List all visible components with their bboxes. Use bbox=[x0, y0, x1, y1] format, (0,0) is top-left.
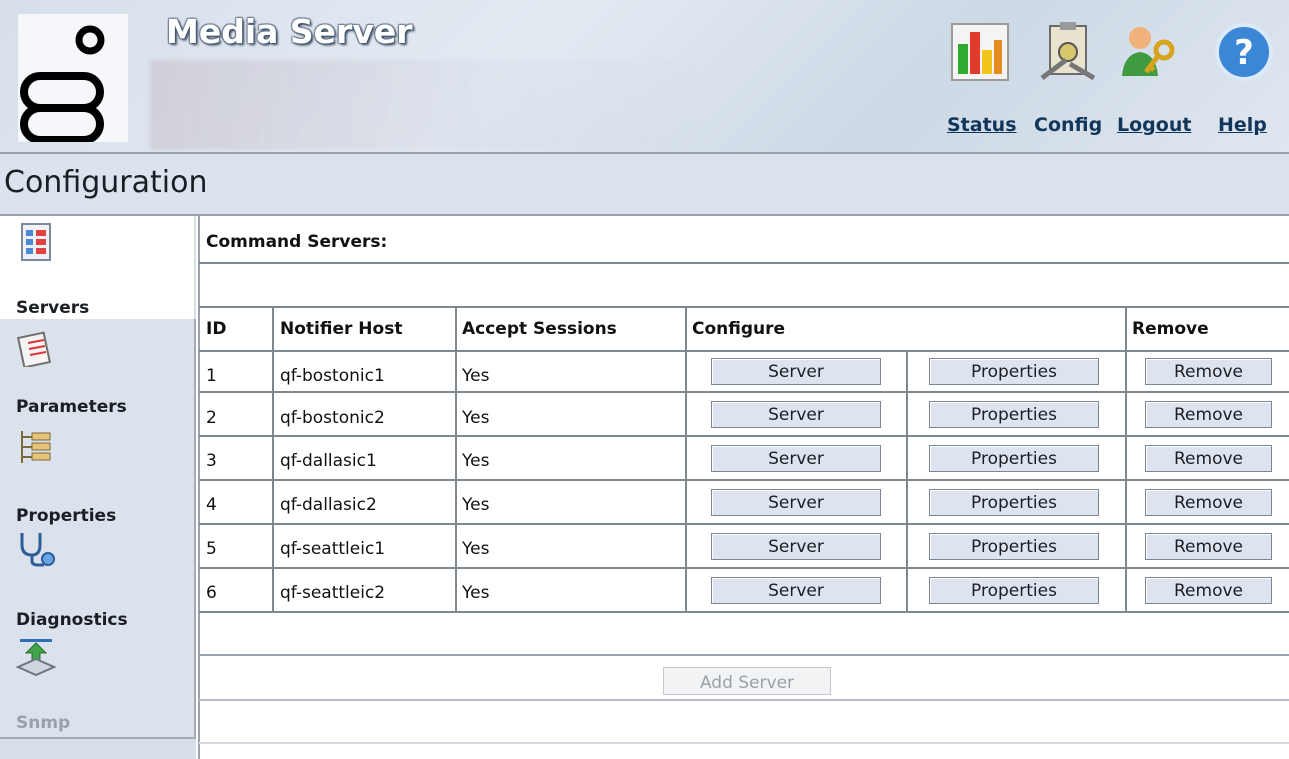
row-id: 5 bbox=[206, 539, 217, 559]
row-accept-sessions: Yes bbox=[462, 539, 490, 559]
config-clipboard-icon[interactable] bbox=[1036, 20, 1100, 84]
configure-server-button[interactable]: Server bbox=[711, 358, 881, 385]
divider bbox=[199, 262, 1289, 264]
help-link[interactable]: Help bbox=[1218, 114, 1267, 136]
configure-server-button[interactable]: Server bbox=[711, 489, 881, 516]
help-icon[interactable]: ? bbox=[1212, 20, 1276, 84]
column-divider bbox=[685, 306, 687, 613]
sidebar-item-snmp: Snmp bbox=[0, 631, 196, 739]
sidebar-item-properties[interactable]: Properties bbox=[0, 423, 196, 529]
row-id: 3 bbox=[206, 451, 217, 471]
remove-button[interactable]: Remove bbox=[1145, 445, 1272, 472]
sidebar-item-label: Servers bbox=[16, 298, 90, 318]
configure-properties-button[interactable]: Properties bbox=[929, 401, 1099, 428]
column-header-accept-sessions: Accept Sessions bbox=[462, 319, 617, 339]
remove-button[interactable]: Remove bbox=[1145, 401, 1272, 428]
app-header: Media Server ? Status Config Logout Help bbox=[0, 0, 1289, 154]
divider bbox=[199, 742, 1289, 744]
row-id: 4 bbox=[206, 495, 217, 515]
row-accept-sessions: Yes bbox=[462, 583, 490, 603]
remove-button[interactable]: Remove bbox=[1145, 489, 1272, 516]
configure-server-button[interactable]: Server bbox=[711, 445, 881, 472]
sidebar-item-servers[interactable]: Servers bbox=[0, 216, 194, 321]
column-divider bbox=[906, 350, 908, 613]
column-divider bbox=[1125, 306, 1127, 613]
properties-icon bbox=[16, 427, 56, 467]
parameters-icon bbox=[16, 327, 56, 369]
row-accept-sessions: Yes bbox=[462, 451, 490, 471]
row-id: 1 bbox=[206, 366, 217, 386]
column-header-id: ID bbox=[206, 319, 227, 339]
snmp-icon bbox=[15, 639, 57, 679]
stethoscope-icon bbox=[16, 529, 56, 569]
configure-properties-button[interactable]: Properties bbox=[929, 445, 1099, 472]
remove-button[interactable]: Remove bbox=[1145, 577, 1272, 604]
column-divider bbox=[272, 306, 274, 613]
configure-properties-button[interactable]: Properties bbox=[929, 577, 1099, 604]
config-link: Config bbox=[1034, 114, 1103, 136]
sidebar-item-label: Properties bbox=[16, 506, 117, 526]
row-accept-sessions: Yes bbox=[462, 366, 490, 386]
svg-text:?: ? bbox=[1234, 33, 1254, 73]
sidebar-item-label: Parameters bbox=[16, 397, 127, 417]
divider bbox=[199, 699, 1289, 701]
status-link[interactable]: Status bbox=[947, 114, 1017, 136]
configure-properties-button[interactable]: Properties bbox=[929, 358, 1099, 385]
remove-button[interactable]: Remove bbox=[1145, 358, 1272, 385]
logout-link[interactable]: Logout bbox=[1117, 114, 1191, 136]
configure-server-button[interactable]: Server bbox=[711, 577, 881, 604]
sidebar-item-label: Snmp bbox=[16, 713, 71, 733]
row-notifier-host: qf-dallasic1 bbox=[280, 451, 377, 471]
app-logo bbox=[18, 14, 128, 142]
section-title: Command Servers: bbox=[206, 232, 388, 252]
row-accept-sessions: Yes bbox=[462, 495, 490, 515]
configure-server-button[interactable]: Server bbox=[711, 533, 881, 560]
add-server-button[interactable]: Add Server bbox=[663, 667, 831, 695]
row-accept-sessions: Yes bbox=[462, 408, 490, 428]
column-header-configure: Configure bbox=[692, 319, 786, 339]
sidebar: Servers Parameters Properties Diagnostic… bbox=[0, 216, 196, 759]
sidebar-item-label: Diagnostics bbox=[16, 610, 128, 630]
servers-icon bbox=[16, 222, 56, 262]
header-decoration bbox=[150, 60, 710, 150]
logout-user-key-icon[interactable] bbox=[1116, 20, 1180, 84]
status-chart-icon[interactable] bbox=[948, 20, 1012, 84]
row-notifier-host: qf-seattleic1 bbox=[280, 539, 386, 559]
page-title: Configuration bbox=[4, 165, 208, 200]
app-title: Media Server bbox=[166, 12, 413, 51]
column-divider bbox=[455, 306, 457, 613]
column-header-notifier-host: Notifier Host bbox=[280, 319, 403, 339]
configure-properties-button[interactable]: Properties bbox=[929, 533, 1099, 560]
row-notifier-host: qf-seattleic2 bbox=[280, 583, 386, 603]
column-header-remove: Remove bbox=[1132, 319, 1209, 339]
panel-left-border bbox=[198, 216, 200, 759]
row-notifier-host: qf-bostonic1 bbox=[280, 366, 385, 386]
sidebar-item-diagnostics[interactable]: Diagnostics bbox=[0, 527, 196, 633]
row-notifier-host: qf-dallasic2 bbox=[280, 495, 377, 515]
configure-properties-button[interactable]: Properties bbox=[929, 489, 1099, 516]
remove-button[interactable]: Remove bbox=[1145, 533, 1272, 560]
row-notifier-host: qf-bostonic2 bbox=[280, 408, 385, 428]
sidebar-item-parameters[interactable]: Parameters bbox=[0, 319, 196, 425]
configure-server-button[interactable]: Server bbox=[711, 401, 881, 428]
row-id: 6 bbox=[206, 583, 217, 603]
row-id: 2 bbox=[206, 408, 217, 428]
divider bbox=[199, 654, 1289, 656]
